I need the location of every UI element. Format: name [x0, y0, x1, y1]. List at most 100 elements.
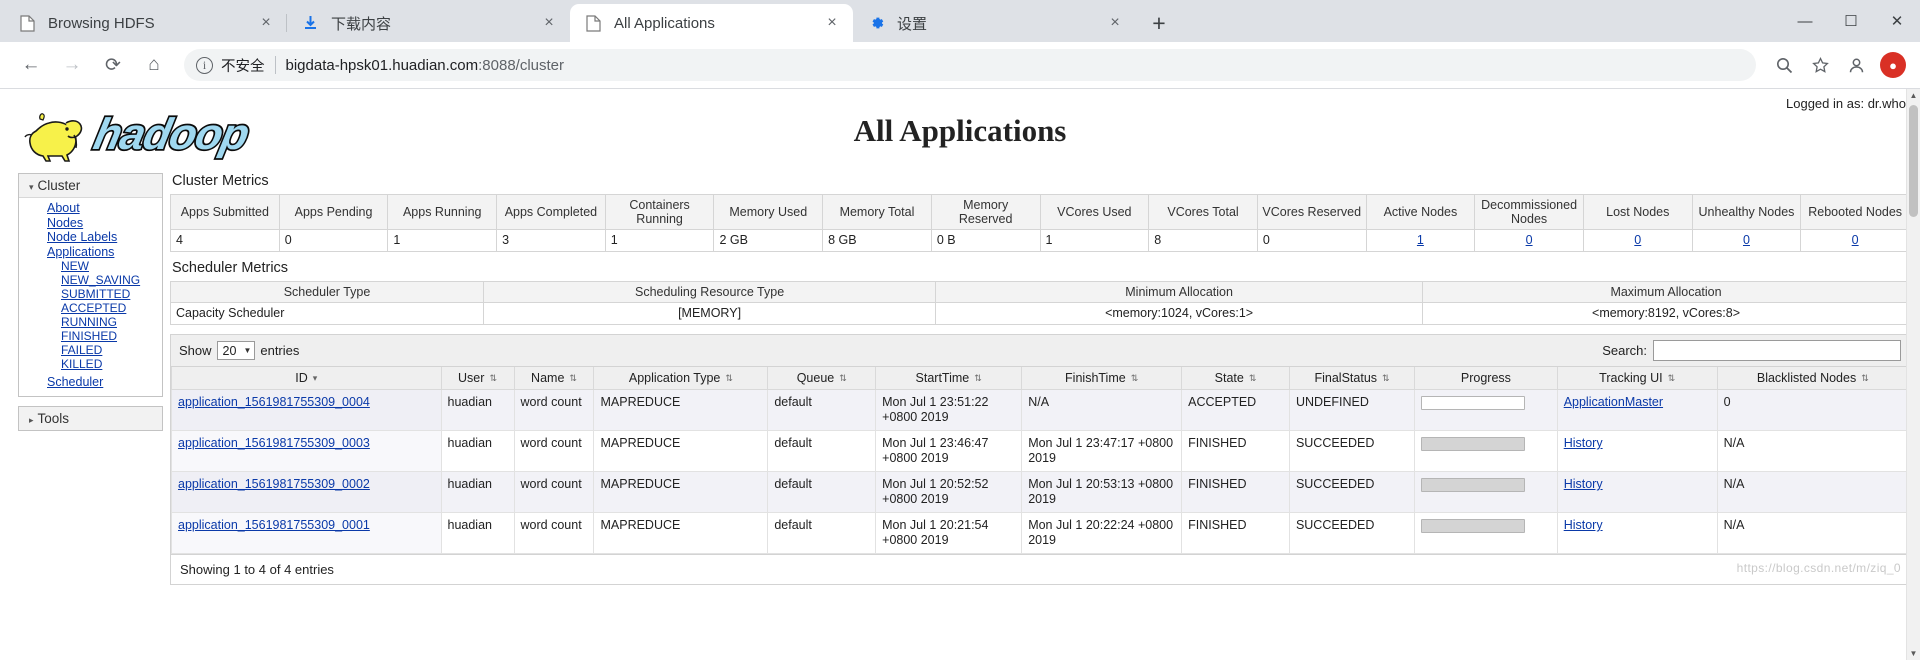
cell-tracking-ui[interactable]: History	[1556, 471, 1718, 513]
search-input[interactable]	[1653, 340, 1901, 361]
profile-icon[interactable]	[1840, 49, 1872, 81]
sidebar-item-about[interactable]: About	[19, 201, 162, 216]
val-unhealthy-nodes[interactable]: 0	[1691, 229, 1802, 252]
cell-id[interactable]: application_1561981755309_0001	[171, 512, 442, 554]
col-blacklisted-nodes-label: Blacklisted Nodes	[1756, 371, 1857, 385]
minimize-button[interactable]: —	[1782, 0, 1828, 42]
decommissioned-nodes-link[interactable]: 0	[1526, 233, 1533, 247]
col-id[interactable]: ID ▾	[171, 367, 442, 390]
cell-tracking-ui[interactable]: History	[1556, 430, 1718, 472]
cell-name: word count	[513, 512, 595, 554]
col-finishtime[interactable]: FinishTime ⇅	[1021, 367, 1183, 390]
page-title: All Applications	[853, 113, 1067, 148]
cell-queue: default	[767, 389, 877, 431]
tab-browsing-hdfs[interactable]: Browsing HDFS ×	[4, 4, 287, 42]
close-window-button[interactable]: ✕	[1874, 0, 1920, 42]
val-rebooted-nodes[interactable]: 0	[1800, 229, 1910, 252]
scroll-up-icon[interactable]: ▲	[1907, 91, 1920, 100]
cell-name: word count	[513, 389, 595, 431]
tracking-ui-link[interactable]: History	[1564, 477, 1603, 491]
sidebar-item-failed[interactable]: FAILED	[19, 343, 162, 357]
sidebar-tools-header[interactable]: ▸ Tools	[19, 406, 162, 430]
col-tracking-ui-label: Tracking UI	[1599, 371, 1663, 385]
info-icon[interactable]: i	[196, 56, 213, 74]
lost-nodes-link[interactable]: 0	[1634, 233, 1641, 247]
col-tracking-ui[interactable]: Tracking UI ⇅	[1556, 367, 1718, 390]
tab-title: 设置	[897, 15, 928, 33]
application-id-link[interactable]: application_1561981755309_0003	[178, 436, 370, 450]
new-tab-button[interactable]: +	[1142, 6, 1176, 40]
cell-blacklisted: N/A	[1716, 471, 1910, 513]
active-nodes-link[interactable]: 1	[1417, 233, 1424, 247]
tab-close-icon[interactable]: ×	[255, 12, 277, 34]
sidebar-item-killed[interactable]: KILLED	[19, 357, 162, 371]
cell-id[interactable]: application_1561981755309_0004	[171, 389, 442, 431]
sidebar-item-running[interactable]: RUNNING	[19, 315, 162, 329]
val-decommissioned-nodes[interactable]: 0	[1474, 229, 1584, 252]
unhealthy-nodes-link[interactable]: 0	[1743, 233, 1750, 247]
bookmark-star-icon[interactable]	[1804, 49, 1836, 81]
sidebar-item-submitted[interactable]: SUBMITTED	[19, 287, 162, 301]
page-scrollbar[interactable]: ▲ ▼	[1906, 89, 1920, 660]
application-id-link[interactable]: application_1561981755309_0004	[178, 395, 370, 409]
col-name[interactable]: Name ⇅	[513, 367, 595, 390]
tab-close-icon[interactable]: ×	[821, 12, 843, 34]
col-application-type[interactable]: Application Type ⇅	[593, 367, 769, 390]
address-bar[interactable]: i 不安全 bigdata-hpsk01.huadian.com:8088/cl…	[184, 49, 1756, 81]
application-id-link[interactable]: application_1561981755309_0002	[178, 477, 370, 491]
back-button[interactable]: ←	[14, 48, 48, 82]
tab-all-applications[interactable]: All Applications ×	[570, 4, 853, 42]
sidebar-item-new-saving[interactable]: NEW_SAVING	[19, 273, 162, 287]
val-lost-nodes[interactable]: 0	[1582, 229, 1693, 252]
tracking-ui-link[interactable]: ApplicationMaster	[1564, 395, 1663, 409]
sidebar-item-accepted[interactable]: ACCEPTED	[19, 301, 162, 315]
sidebar-item-finished[interactable]: FINISHED	[19, 329, 162, 343]
browser-menu-avatar[interactable]: ●	[1880, 52, 1906, 78]
col-user[interactable]: User ⇅	[440, 367, 515, 390]
reload-button[interactable]: ⟳	[96, 48, 130, 82]
tracking-ui-link[interactable]: History	[1564, 518, 1603, 532]
col-memory-reserved: Memory Reserved	[930, 194, 1041, 230]
cell-finalstatus: SUCCEEDED	[1288, 430, 1416, 472]
col-finalstatus[interactable]: FinalStatus ⇅	[1288, 367, 1416, 390]
tab-close-icon[interactable]: ×	[1104, 12, 1126, 34]
table-row: application_1561981755309_0001 huadian w…	[171, 512, 1910, 554]
cell-id[interactable]: application_1561981755309_0003	[171, 430, 442, 472]
tab-downloads[interactable]: 下载内容 ×	[287, 4, 570, 42]
sidebar-item-applications[interactable]: Applications	[19, 245, 162, 260]
tracking-ui-link[interactable]: History	[1564, 436, 1603, 450]
scroll-down-icon[interactable]: ▼	[1907, 649, 1920, 658]
home-button[interactable]: ⌂	[137, 48, 171, 82]
col-blacklisted-nodes[interactable]: Blacklisted Nodes ⇅	[1716, 367, 1910, 390]
sidebar-tools-block[interactable]: ▸ Tools	[18, 405, 163, 431]
col-containers-running: Containers Running	[604, 194, 715, 230]
forward-button[interactable]: →	[55, 48, 89, 82]
col-progress[interactable]: Progress	[1414, 367, 1558, 390]
table-row: application_1561981755309_0003 huadian w…	[171, 430, 1910, 472]
entries-per-page-select[interactable]: 20 ▼	[216, 341, 256, 360]
application-id-link[interactable]: application_1561981755309_0001	[178, 518, 370, 532]
sidebar-item-nodes[interactable]: Nodes	[19, 216, 162, 231]
tab-close-icon[interactable]: ×	[538, 12, 560, 34]
sidebar-item-node-labels[interactable]: Node Labels	[19, 230, 162, 245]
maximize-button[interactable]: ☐	[1828, 0, 1874, 42]
col-starttime[interactable]: StartTime ⇅	[875, 367, 1023, 390]
search-icon[interactable]	[1768, 49, 1800, 81]
scrollbar-thumb[interactable]	[1909, 105, 1918, 217]
col-queue[interactable]: Queue ⇅	[767, 367, 877, 390]
cell-tracking-ui[interactable]: History	[1556, 512, 1718, 554]
sidebar-item-new[interactable]: NEW	[19, 259, 162, 273]
col-state[interactable]: State ⇅	[1181, 367, 1290, 390]
sort-icon: ⇅	[1248, 373, 1257, 383]
sidebar-item-scheduler[interactable]: Scheduler	[19, 375, 162, 390]
rebooted-nodes-link[interactable]: 0	[1852, 233, 1859, 247]
sidebar-cluster-header[interactable]: ▾ Cluster	[19, 174, 162, 198]
val-active-nodes[interactable]: 1	[1365, 229, 1476, 252]
cell-user: huadian	[440, 512, 515, 554]
cell-tracking-ui[interactable]: ApplicationMaster	[1556, 389, 1718, 431]
col-queue-label: Queue	[796, 371, 835, 385]
cell-id[interactable]: application_1561981755309_0002	[171, 471, 442, 513]
tab-settings[interactable]: 设置 ×	[853, 4, 1136, 42]
cluster-metrics-header-row: Apps Submitted Apps Pending Apps Running…	[170, 194, 1910, 230]
tab-title: 下载内容	[331, 15, 392, 33]
